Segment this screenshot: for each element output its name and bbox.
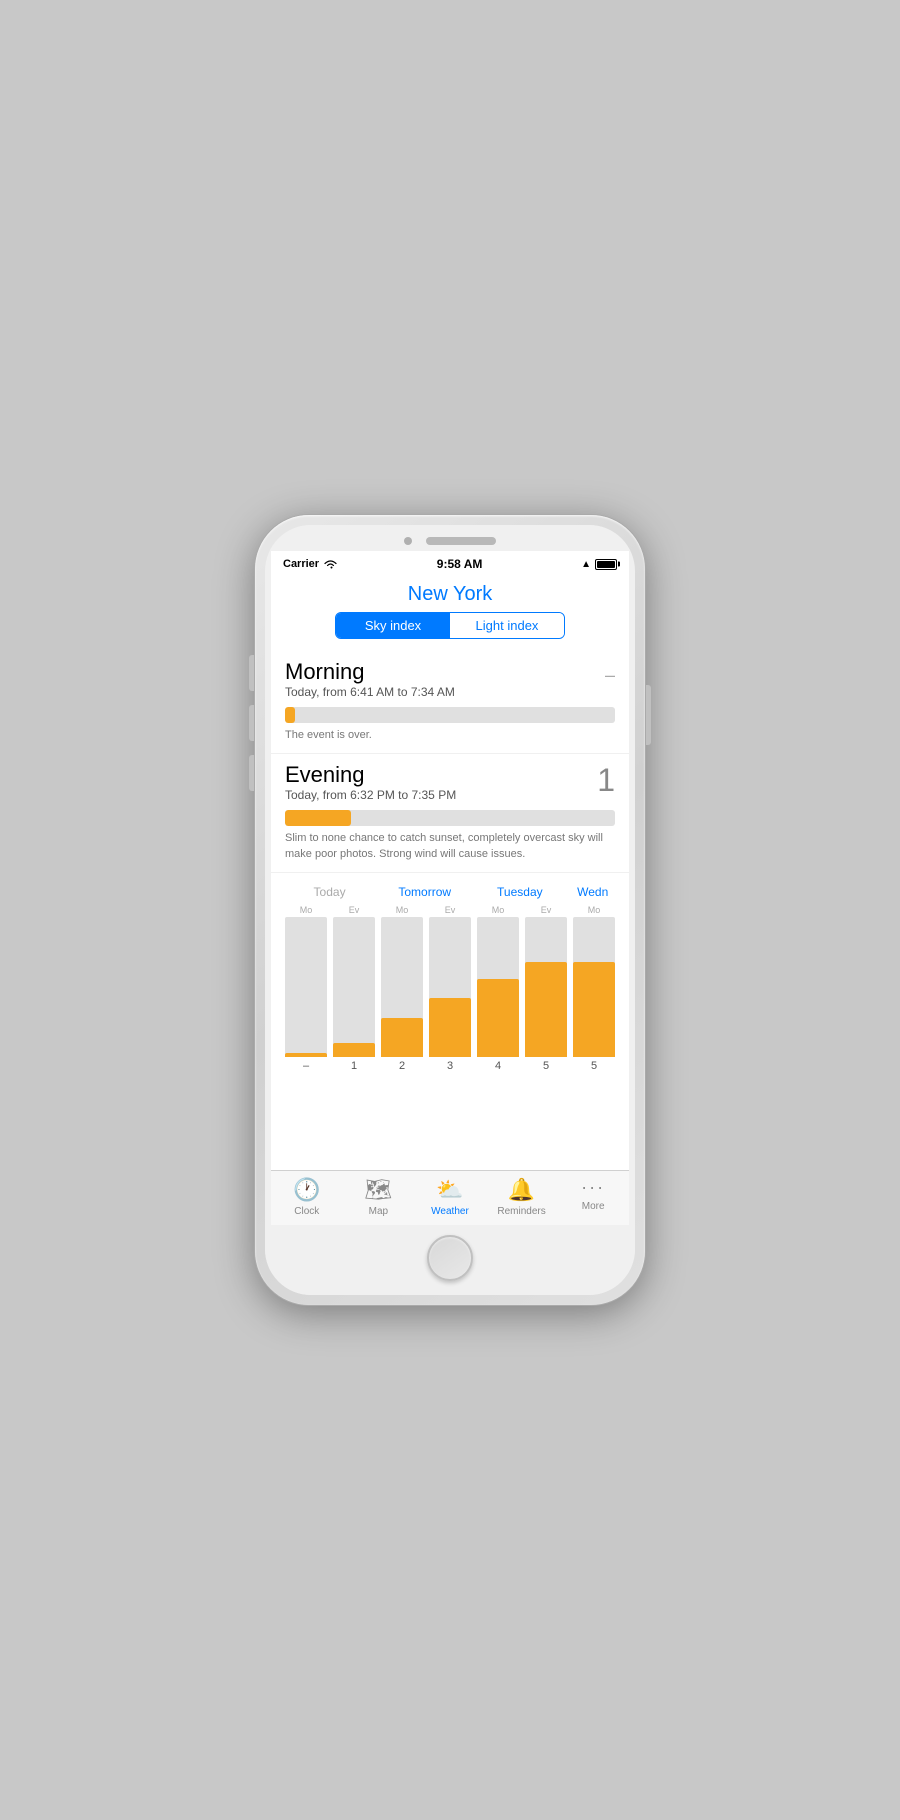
bar-tomorrow-mo: Mo 2 — [381, 905, 423, 1072]
bar-wedn-mo-outer — [573, 917, 615, 1057]
phone-inner: Carrier 9:58 AM ▲ N — [265, 525, 635, 1295]
status-carrier: Carrier — [283, 558, 338, 570]
bar-tuesday-mo: Mo 4 — [477, 905, 519, 1072]
morning-header: Morning Today, from 6:41 AM to 7:34 AM – — [285, 659, 615, 705]
bar-today-mo-value: – — [303, 1060, 309, 1072]
bar-tomorrow-ev-outer — [429, 917, 471, 1057]
morning-progress-fill — [285, 707, 295, 723]
morning-description: The event is over. — [285, 728, 615, 743]
morning-score: – — [605, 665, 615, 686]
bar-today-ev-value: 1 — [351, 1060, 357, 1072]
phone-bottom — [265, 1225, 635, 1295]
phone-device: Carrier 9:58 AM ▲ N — [255, 515, 645, 1305]
status-right: ▲ — [581, 559, 617, 570]
city-title: New York — [271, 575, 629, 612]
morning-title-text: Morning — [285, 659, 455, 685]
morning-progress-bar — [285, 707, 615, 723]
evening-section: Evening Today, from 6:32 PM to 7:35 PM 1… — [271, 754, 629, 873]
more-icon: ··· — [581, 1177, 605, 1198]
bar-tuesday-mo-fill — [477, 979, 519, 1057]
tab-bar: 🕐 Clock 🗺 Map ⛅ Weather 🔔 Reminders ··· — [271, 1170, 629, 1225]
morning-subtitle: Today, from 6:41 AM to 7:34 AM — [285, 685, 455, 699]
tab-reminders-label: Reminders — [497, 1206, 545, 1217]
chart-day-labels: Today Tomorrow Tuesday Wedn — [285, 883, 615, 901]
tab-more[interactable]: ··· More — [557, 1177, 629, 1217]
bar-tuesday-ev: Ev 5 — [525, 905, 567, 1072]
tab-weather[interactable]: ⛅ Weather — [414, 1177, 486, 1217]
location-icon: ▲ — [581, 559, 591, 570]
camera-dot — [404, 537, 412, 545]
tab-more-label: More — [582, 1201, 605, 1212]
status-bar: Carrier 9:58 AM ▲ — [271, 551, 629, 575]
bar-tuesday-mo-outer — [477, 917, 519, 1057]
bar-tuesday-ev-fill — [525, 962, 567, 1057]
evening-score: 1 — [597, 762, 615, 799]
tab-map[interactable]: 🗺 Map — [343, 1177, 415, 1217]
morning-section: Morning Today, from 6:41 AM to 7:34 AM –… — [271, 651, 629, 754]
chart-section: Today Tomorrow Tuesday Wedn — [271, 873, 629, 1082]
screen: Carrier 9:58 AM ▲ N — [271, 551, 629, 1225]
evening-subtitle: Today, from 6:32 PM to 7:35 PM — [285, 788, 456, 802]
phone-top-bar — [265, 525, 635, 551]
evening-title-text: Evening — [285, 762, 456, 788]
bar-tomorrow-mo-label: Mo — [396, 905, 409, 915]
segment-light-index[interactable]: Light index — [450, 613, 564, 638]
bar-today-ev-outer — [333, 917, 375, 1057]
evening-description: Slim to none chance to catch sunset, com… — [285, 831, 615, 862]
bar-tomorrow-mo-outer — [381, 917, 423, 1057]
map-icon: 🗺 — [364, 1177, 392, 1203]
tab-reminders[interactable]: 🔔 Reminders — [486, 1177, 558, 1217]
bar-tomorrow-mo-fill — [381, 1018, 423, 1057]
bar-wedn-mo-label: Mo — [588, 905, 601, 915]
chart-label-today: Today — [285, 883, 374, 901]
app-content[interactable]: New York Sky index Light index Morning T… — [271, 575, 629, 1170]
wifi-icon — [323, 559, 338, 570]
morning-title: Morning Today, from 6:41 AM to 7:34 AM — [285, 659, 455, 705]
tab-clock-label: Clock — [294, 1206, 319, 1217]
bar-today-mo-fill — [285, 1053, 327, 1057]
battery-fill — [597, 561, 615, 568]
weather-icon: ⛅ — [436, 1177, 463, 1203]
tab-map-label: Map — [369, 1206, 388, 1217]
speaker-grill — [426, 537, 496, 545]
evening-title-wrap: Evening Today, from 6:32 PM to 7:35 PM — [285, 762, 456, 808]
bar-tuesday-ev-label: Ev — [541, 905, 552, 915]
bar-tomorrow-ev-fill — [429, 998, 471, 1057]
segment-control[interactable]: Sky index Light index — [335, 612, 565, 639]
bar-tuesday-mo-value: 4 — [495, 1060, 501, 1072]
tab-clock[interactable]: 🕐 Clock — [271, 1177, 343, 1217]
bar-tomorrow-ev: Ev 3 — [429, 905, 471, 1072]
segment-sky-index[interactable]: Sky index — [336, 613, 450, 638]
bar-today-ev: Ev 1 — [333, 905, 375, 1072]
carrier-text: Carrier — [283, 558, 319, 570]
evening-header: Evening Today, from 6:32 PM to 7:35 PM 1 — [285, 762, 615, 808]
bar-today-mo-outer — [285, 917, 327, 1057]
bar-today-ev-fill — [333, 1043, 375, 1057]
evening-progress-fill — [285, 810, 351, 826]
bar-wedn-mo-fill — [573, 962, 615, 1057]
bar-tomorrow-ev-label: Ev — [445, 905, 456, 915]
bar-today-mo-label: Mo — [300, 905, 313, 915]
chart-label-tomorrow: Tomorrow — [380, 883, 469, 901]
bar-wedn-mo-value: 5 — [591, 1060, 597, 1072]
chart-label-wedn: Wedn — [570, 883, 615, 901]
status-time: 9:58 AM — [437, 557, 483, 571]
bar-today-ev-label: Ev — [349, 905, 360, 915]
bar-today-mo: Mo – — [285, 905, 327, 1072]
home-button[interactable] — [427, 1235, 473, 1281]
bar-tuesday-mo-label: Mo — [492, 905, 505, 915]
bar-tuesday-ev-outer — [525, 917, 567, 1057]
bar-tuesday-ev-value: 5 — [543, 1060, 549, 1072]
bar-wedn-mo: Mo 5 — [573, 905, 615, 1072]
evening-progress-bar — [285, 810, 615, 826]
battery-icon — [595, 559, 617, 570]
tab-weather-label: Weather — [431, 1206, 469, 1217]
clock-icon: 🕐 — [293, 1177, 320, 1203]
bar-tomorrow-ev-value: 3 — [447, 1060, 453, 1072]
chart-label-tuesday: Tuesday — [475, 883, 564, 901]
chart-bars-row: Mo – Ev 1 — [285, 905, 615, 1072]
bar-tomorrow-mo-value: 2 — [399, 1060, 405, 1072]
reminders-icon: 🔔 — [508, 1177, 535, 1203]
